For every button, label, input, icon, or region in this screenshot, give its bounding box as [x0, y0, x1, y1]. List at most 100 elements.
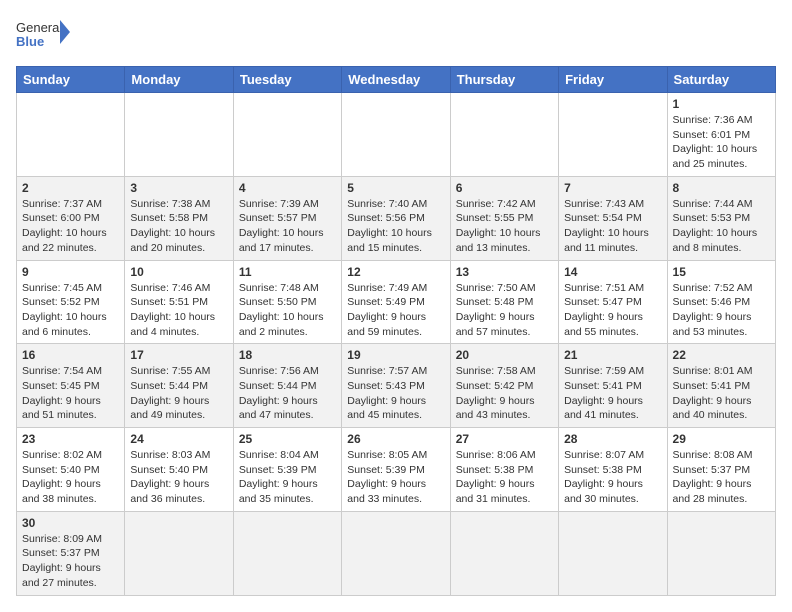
day-number: 23: [22, 432, 119, 446]
svg-text:General: General: [16, 20, 62, 35]
day-info: Sunrise: 7:39 AM Sunset: 5:57 PM Dayligh…: [239, 197, 336, 256]
day-number: 11: [239, 265, 336, 279]
day-number: 4: [239, 181, 336, 195]
day-cell: 18 Sunrise: 7:56 AM Sunset: 5:44 PM Dayli…: [233, 344, 341, 428]
day-info: Sunrise: 7:56 AM Sunset: 5:44 PM Dayligh…: [239, 364, 336, 423]
day-info: Sunrise: 7:52 AM Sunset: 5:46 PM Dayligh…: [673, 281, 770, 340]
day-info: Sunrise: 8:09 AM Sunset: 5:37 PM Dayligh…: [22, 532, 119, 591]
day-cell: [125, 93, 233, 177]
day-cell: 8 Sunrise: 7:44 AM Sunset: 5:53 PM Daylig…: [667, 176, 775, 260]
day-number: 28: [564, 432, 661, 446]
day-number: 8: [673, 181, 770, 195]
day-cell: 14Sunrise: 7:51 AM Sunset: 5:47 PM Dayli…: [559, 260, 667, 344]
day-cell: 3 Sunrise: 7:38 AM Sunset: 5:58 PM Daylig…: [125, 176, 233, 260]
day-cell: 30 Sunrise: 8:09 AM Sunset: 5:37 PM Dayli…: [17, 511, 125, 595]
day-cell: 21 Sunrise: 7:59 AM Sunset: 5:41 PM Dayli…: [559, 344, 667, 428]
day-header-wednesday: Wednesday: [342, 67, 450, 93]
day-header-tuesday: Tuesday: [233, 67, 341, 93]
header: GeneralBlue: [16, 16, 776, 58]
day-header-sunday: Sunday: [17, 67, 125, 93]
day-info: Sunrise: 7:43 AM Sunset: 5:54 PM Dayligh…: [564, 197, 661, 256]
day-cell: 20 Sunrise: 7:58 AM Sunset: 5:42 PM Dayli…: [450, 344, 558, 428]
week-row-5: 23 Sunrise: 8:02 AM Sunset: 5:40 PM Dayli…: [17, 428, 776, 512]
day-cell: [559, 93, 667, 177]
day-cell: [233, 511, 341, 595]
day-number: 1: [673, 97, 770, 111]
day-cell: 12 Sunrise: 7:49 AM Sunset: 5:49 PM Dayli…: [342, 260, 450, 344]
day-number: 12: [347, 265, 444, 279]
day-number: 18: [239, 348, 336, 362]
day-info: Sunrise: 7:38 AM Sunset: 5:58 PM Dayligh…: [130, 197, 227, 256]
day-cell: 29 Sunrise: 8:08 AM Sunset: 5:37 PM Dayli…: [667, 428, 775, 512]
week-row-6: 30 Sunrise: 8:09 AM Sunset: 5:37 PM Dayli…: [17, 511, 776, 595]
day-info: Sunrise: 7:42 AM Sunset: 5:55 PM Dayligh…: [456, 197, 553, 256]
day-info: Sunrise: 7:58 AM Sunset: 5:42 PM Dayligh…: [456, 364, 553, 423]
day-info: Sunrise: 7:55 AM Sunset: 5:44 PM Dayligh…: [130, 364, 227, 423]
day-number: 24: [130, 432, 227, 446]
day-cell: 11 Sunrise: 7:48 AM Sunset: 5:50 PM Dayli…: [233, 260, 341, 344]
day-header-monday: Monday: [125, 67, 233, 93]
day-cell: 10Sunrise: 7:46 AM Sunset: 5:51 PM Dayli…: [125, 260, 233, 344]
day-info: Sunrise: 8:05 AM Sunset: 5:39 PM Dayligh…: [347, 448, 444, 507]
day-cell: 28 Sunrise: 8:07 AM Sunset: 5:38 PM Dayli…: [559, 428, 667, 512]
day-info: Sunrise: 7:57 AM Sunset: 5:43 PM Dayligh…: [347, 364, 444, 423]
day-info: Sunrise: 7:45 AM Sunset: 5:52 PM Dayligh…: [22, 281, 119, 340]
day-number: 7: [564, 181, 661, 195]
day-header-row: SundayMondayTuesdayWednesdayThursdayFrid…: [17, 67, 776, 93]
general-blue-logo: GeneralBlue: [16, 16, 71, 58]
day-number: 3: [130, 181, 227, 195]
day-info: Sunrise: 8:06 AM Sunset: 5:38 PM Dayligh…: [456, 448, 553, 507]
day-cell: 9 Sunrise: 7:45 AM Sunset: 5:52 PM Daylig…: [17, 260, 125, 344]
day-cell: 5 Sunrise: 7:40 AM Sunset: 5:56 PM Daylig…: [342, 176, 450, 260]
day-info: Sunrise: 8:02 AM Sunset: 5:40 PM Dayligh…: [22, 448, 119, 507]
svg-text:Blue: Blue: [16, 34, 44, 49]
day-cell: 19 Sunrise: 7:57 AM Sunset: 5:43 PM Dayli…: [342, 344, 450, 428]
week-row-1: 1 Sunrise: 7:36 AM Sunset: 6:01 PM Daylig…: [17, 93, 776, 177]
day-info: Sunrise: 7:54 AM Sunset: 5:45 PM Dayligh…: [22, 364, 119, 423]
day-cell: 1 Sunrise: 7:36 AM Sunset: 6:01 PM Daylig…: [667, 93, 775, 177]
day-cell: [667, 511, 775, 595]
day-number: 29: [673, 432, 770, 446]
day-number: 6: [456, 181, 553, 195]
day-cell: [450, 511, 558, 595]
day-cell: [125, 511, 233, 595]
day-number: 2: [22, 181, 119, 195]
day-number: 27: [456, 432, 553, 446]
day-number: 19: [347, 348, 444, 362]
day-number: 5: [347, 181, 444, 195]
day-cell: 26Sunrise: 8:05 AM Sunset: 5:39 PM Dayli…: [342, 428, 450, 512]
day-info: Sunrise: 7:59 AM Sunset: 5:41 PM Dayligh…: [564, 364, 661, 423]
day-cell: 13 Sunrise: 7:50 AM Sunset: 5:48 PM Dayli…: [450, 260, 558, 344]
day-info: Sunrise: 8:08 AM Sunset: 5:37 PM Dayligh…: [673, 448, 770, 507]
day-info: Sunrise: 8:07 AM Sunset: 5:38 PM Dayligh…: [564, 448, 661, 507]
day-cell: 17 Sunrise: 7:55 AM Sunset: 5:44 PM Dayli…: [125, 344, 233, 428]
day-number: 30: [22, 516, 119, 530]
day-cell: 16Sunrise: 7:54 AM Sunset: 5:45 PM Dayli…: [17, 344, 125, 428]
day-number: 21: [564, 348, 661, 362]
day-cell: [233, 93, 341, 177]
day-cell: 23 Sunrise: 8:02 AM Sunset: 5:40 PM Dayli…: [17, 428, 125, 512]
day-info: Sunrise: 7:36 AM Sunset: 6:01 PM Dayligh…: [673, 113, 770, 172]
day-cell: 22Sunrise: 8:01 AM Sunset: 5:41 PM Dayli…: [667, 344, 775, 428]
day-cell: 25Sunrise: 8:04 AM Sunset: 5:39 PM Dayli…: [233, 428, 341, 512]
day-info: Sunrise: 7:48 AM Sunset: 5:50 PM Dayligh…: [239, 281, 336, 340]
day-info: Sunrise: 7:40 AM Sunset: 5:56 PM Dayligh…: [347, 197, 444, 256]
week-row-2: 2Sunrise: 7:37 AM Sunset: 6:00 PM Daylig…: [17, 176, 776, 260]
day-info: Sunrise: 7:49 AM Sunset: 5:49 PM Dayligh…: [347, 281, 444, 340]
day-info: Sunrise: 7:44 AM Sunset: 5:53 PM Dayligh…: [673, 197, 770, 256]
day-cell: [450, 93, 558, 177]
week-row-3: 9 Sunrise: 7:45 AM Sunset: 5:52 PM Daylig…: [17, 260, 776, 344]
day-number: 9: [22, 265, 119, 279]
day-number: 20: [456, 348, 553, 362]
day-number: 17: [130, 348, 227, 362]
day-header-saturday: Saturday: [667, 67, 775, 93]
day-cell: [342, 93, 450, 177]
day-cell: [342, 511, 450, 595]
day-info: Sunrise: 7:50 AM Sunset: 5:48 PM Dayligh…: [456, 281, 553, 340]
day-header-friday: Friday: [559, 67, 667, 93]
calendar: SundayMondayTuesdayWednesdayThursdayFrid…: [16, 66, 776, 596]
day-cell: 7 Sunrise: 7:43 AM Sunset: 5:54 PM Daylig…: [559, 176, 667, 260]
day-number: 13: [456, 265, 553, 279]
day-info: Sunrise: 8:04 AM Sunset: 5:39 PM Dayligh…: [239, 448, 336, 507]
day-info: Sunrise: 7:46 AM Sunset: 5:51 PM Dayligh…: [130, 281, 227, 340]
